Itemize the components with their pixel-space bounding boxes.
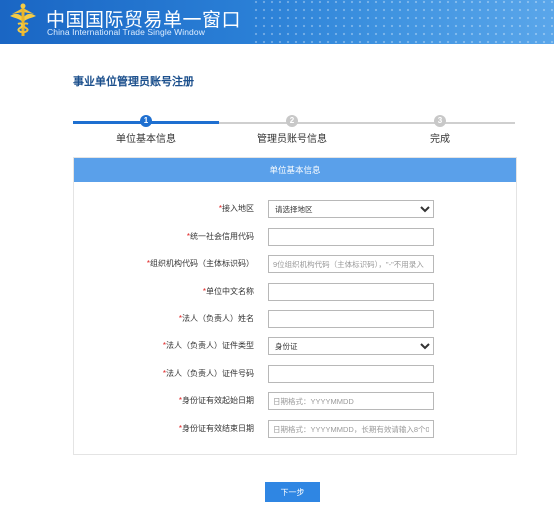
form-row-org-code: *组织机构代码（主体标识码） [74,255,516,273]
site-header: 中国国际贸易单一窗口 China International Trade Sin… [0,0,554,44]
field-label-text: 法人（负责人）姓名 [182,314,254,323]
field-label: *统一社会信用代码 [187,231,254,242]
legal-name-input[interactable] [268,310,434,328]
step-track [219,122,515,124]
form-row-legal-name: *法人（负责人）姓名 [74,310,516,328]
panel-title: 单位基本信息 [74,158,516,182]
form-row-id-type: *法人（负责人）证件类型 身份证 [74,337,516,355]
id-number-input[interactable] [268,365,434,383]
step-1-label: 单位基本信息 [116,134,176,145]
field-label: *身份证有效结束日期 [179,423,254,434]
field-label-text: 接入地区 [222,204,254,213]
org-code-input[interactable] [268,255,434,273]
field-label: *身份证有效起始日期 [179,395,254,406]
next-step-button[interactable]: 下一步 [265,482,320,502]
brand-title-en: China International Trade Single Window [47,27,205,37]
form-row-region: *接入地区 请选择地区 [74,200,516,218]
form-row-id-start-date: *身份证有效起始日期 [74,392,516,410]
step-2-label: 管理员账号信息 [257,134,327,145]
step-3-label: 完成 [430,134,450,145]
field-label-text: 统一社会信用代码 [190,232,254,241]
field-label-text: 法人（负责人）证件号码 [166,369,254,378]
field-label-text: 法人（负责人）证件类型 [166,341,254,350]
field-label-text: 身份证有效结束日期 [182,424,254,433]
field-label-text: 单位中文名称 [206,287,254,296]
form-row-credit-code: *统一社会信用代码 [74,228,516,246]
step-1-number: 1 [140,115,152,127]
field-label: *组织机构代码（主体标识码） [147,258,254,269]
field-label: *接入地区 [219,203,254,214]
field-label: *法人（负责人）证件号码 [163,368,254,379]
customs-emblem-icon [10,3,36,36]
header-dot-pattern [254,0,554,44]
form-row-id-number: *法人（负责人）证件号码 [74,365,516,383]
progress-steps: 1 单位基本信息 2 管理员账号信息 3 完成 [73,113,515,145]
field-label: *法人（负责人）姓名 [179,313,254,324]
field-label: *单位中文名称 [203,286,254,297]
form-row-id-end-date: *身份证有效结束日期 [74,420,516,438]
field-label-text: 身份证有效起始日期 [182,396,254,405]
id-start-date-input[interactable] [268,392,434,410]
id-end-date-input[interactable] [268,420,434,438]
credit-code-input[interactable] [268,228,434,246]
unit-name-input[interactable] [268,283,434,301]
page-title: 事业单位管理员账号注册 [73,76,194,88]
field-label: *法人（负责人）证件类型 [163,340,254,351]
region-select[interactable]: 请选择地区 [268,200,434,218]
form-row-unit-name: *单位中文名称 [74,283,516,301]
field-label-text: 组织机构代码（主体标识码） [150,259,254,268]
step-3-number: 3 [434,115,446,127]
step-2-number: 2 [286,115,298,127]
id-type-select[interactable]: 身份证 [268,337,434,355]
registration-form-panel: 单位基本信息 *接入地区 请选择地区 *统一社会信用代码 *组织机构代码（主体标… [73,157,517,455]
